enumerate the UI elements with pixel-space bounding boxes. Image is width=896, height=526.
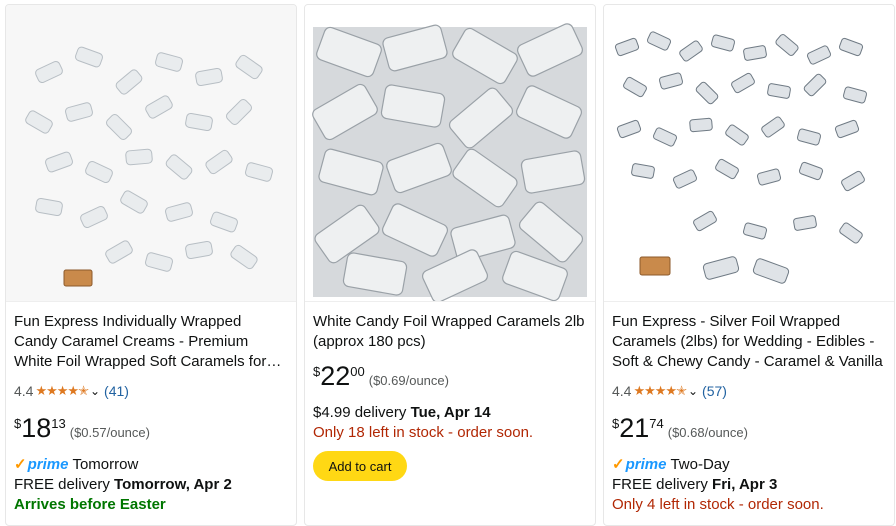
prime-check-icon: ✓ [14,456,27,473]
product-image-white-caramels-scatter[interactable] [6,5,296,302]
product-image-silver-caramels-scatter[interactable] [604,5,894,302]
rating-row: 4.4 ★★★★✭ ⌄ (57) [612,381,727,401]
delivery-row: FREE delivery Fri, Apr 3 [612,476,778,493]
caramel-piece [639,256,671,276]
prime-logo: prime [27,456,69,473]
unit-price: ($0.68/ounce) [667,425,748,440]
product-title[interactable]: Fun Express - Silver Foil Wrapped Carame… [612,312,886,372]
price[interactable]: $ 21 74 ($0.68/ounce) [612,413,748,443]
stock-warning: Only 18 left in stock - order soon. [313,424,534,441]
review-count-link[interactable]: (57) [702,383,727,399]
prime-check-icon: ✓ [612,456,625,473]
add-to-cart-button[interactable]: Add to cart [313,451,407,481]
unit-price: ($0.69/ounce) [368,373,449,388]
prime-speed: Tomorrow [72,456,139,473]
product-card-3[interactable]: Fun Express - Silver Foil Wrapped Carame… [603,4,895,526]
rating-value: 4.4 [14,383,34,399]
prime-logo: prime [625,456,667,473]
candy-pile-image [25,46,273,287]
product-title[interactable]: White Candy Foil Wrapped Caramels 2lb (a… [313,312,587,352]
candy-closeup-image [312,23,587,301]
star-rating-icon[interactable]: ★★★★✭ [35,383,89,399]
delivery-row: $4.99 delivery Tue, Apr 14 [313,404,491,421]
price[interactable]: $ 22 00 ($0.69/ounce) [313,361,449,391]
rating-row: 4.4 ★★★★✭ ⌄ (41) [14,381,129,401]
caramel-piece [63,269,93,287]
product-image-foil-caramels-closeup[interactable] [305,5,595,302]
candy-pile-image [614,31,868,284]
rating-value: 4.4 [612,383,632,399]
review-count-link[interactable]: (41) [104,383,129,399]
arrival-note: Arrives before Easter [14,496,166,513]
prime-speed: Two-Day [670,456,730,473]
product-card-1[interactable]: Fun Express Individually Wrapped Candy C… [5,4,297,526]
chevron-down-icon[interactable]: ⌄ [688,384,698,398]
prime-row: ✓ prime Tomorrow [14,455,138,475]
prime-row: ✓ prime Two-Day [612,455,730,475]
star-rating-icon[interactable]: ★★★★✭ [633,383,687,399]
delivery-row: FREE delivery Tomorrow, Apr 2 [14,476,232,493]
stock-warning: Only 4 left in stock - order soon. [612,496,824,513]
chevron-down-icon[interactable]: ⌄ [90,384,100,398]
product-card-2[interactable]: White Candy Foil Wrapped Caramels 2lb (a… [304,4,596,526]
product-title[interactable]: Fun Express Individually Wrapped Candy C… [14,312,288,372]
unit-price: ($0.57/ounce) [69,425,150,440]
price[interactable]: $ 18 13 ($0.57/ounce) [14,413,150,443]
